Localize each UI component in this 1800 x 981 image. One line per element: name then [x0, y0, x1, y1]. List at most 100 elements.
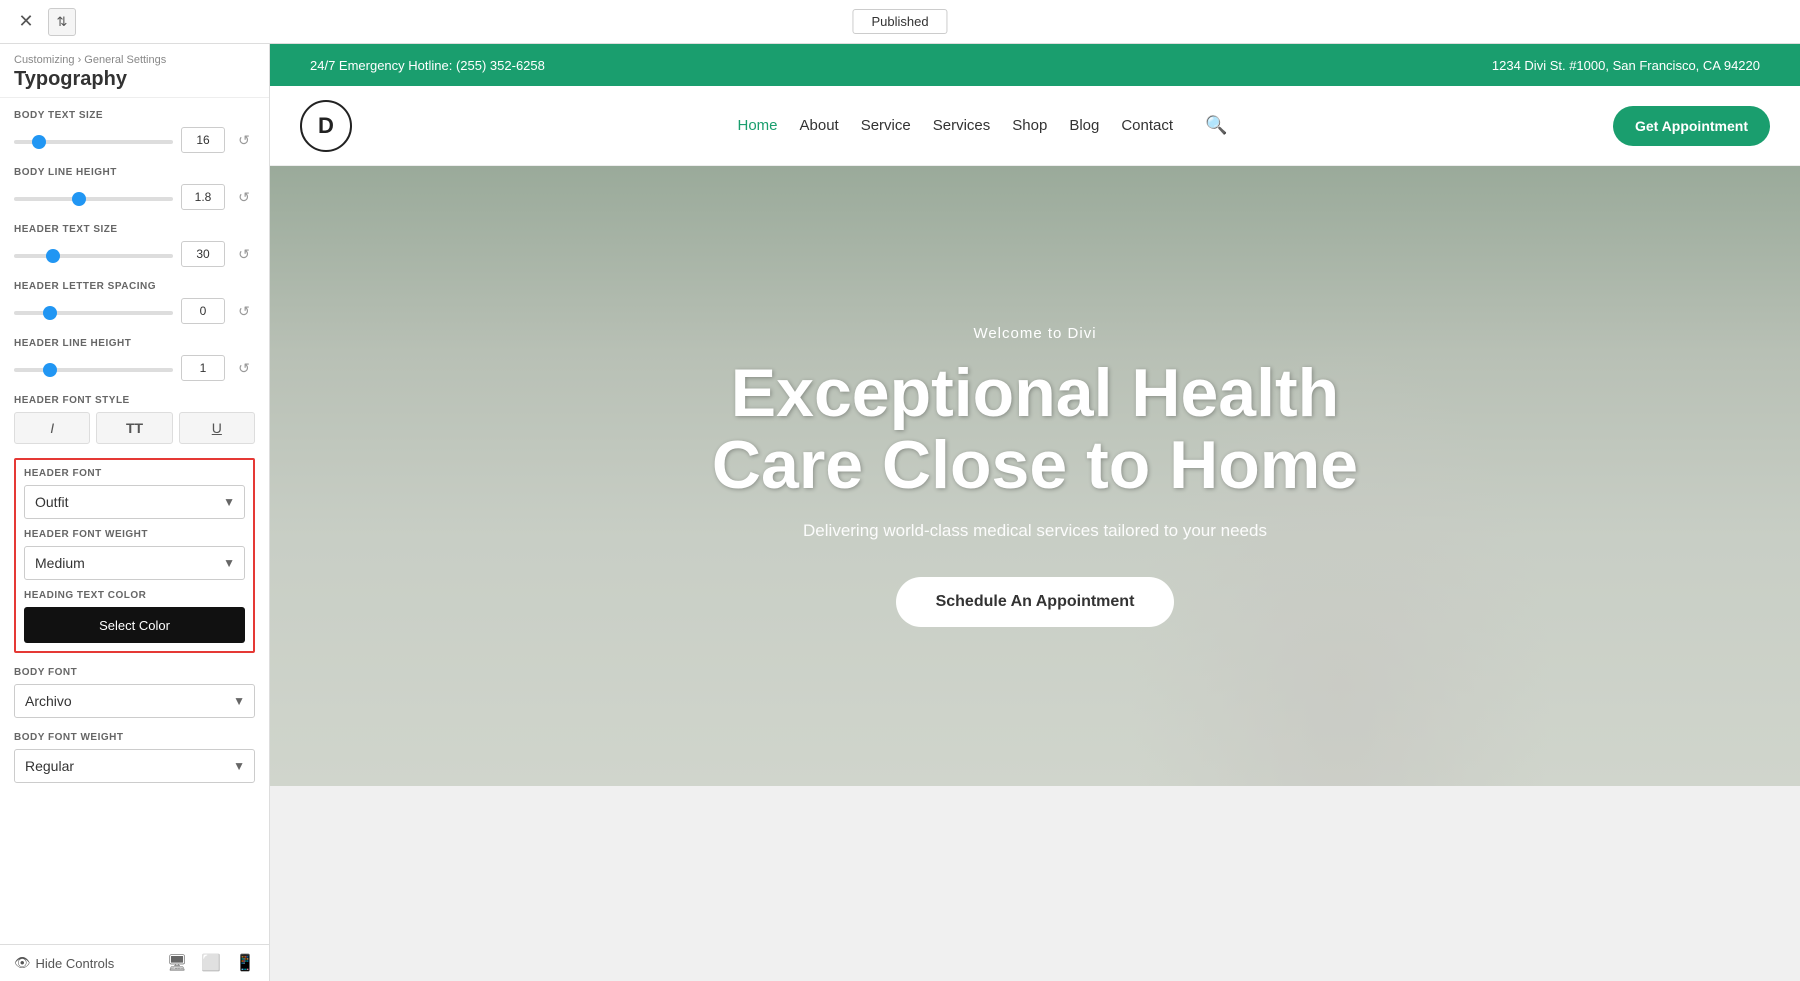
body-text-size-slider-row: 16 ↺ [14, 127, 255, 153]
close-button[interactable]: ✕ [12, 8, 40, 36]
header-letter-spacing-slider-wrap [14, 302, 173, 320]
body-line-height-slider-row: 1.8 ↺ [14, 184, 255, 210]
eye-icon: 👁 [14, 955, 31, 971]
hero-title: Exceptional Health Care Close to Home [712, 358, 1358, 501]
body-text-size-reset[interactable]: ↺ [233, 129, 255, 151]
preview-area: 24/7 Emergency Hotline: (255) 352-6258 1… [270, 44, 1800, 981]
hero-title-line2: Care Close to Home [712, 427, 1358, 503]
body-line-height-slider-wrap [14, 188, 173, 206]
preview-hero: Welcome to Divi Exceptional Health Care … [270, 166, 1800, 786]
body-text-size-label: BODY TEXT SIZE [14, 110, 255, 121]
swap-button[interactable]: ⇅ [48, 8, 76, 36]
hero-subtitle: Delivering world-class medical services … [712, 521, 1358, 541]
nav-link-blog[interactable]: Blog [1069, 117, 1099, 134]
header-line-height-slider[interactable] [14, 368, 173, 372]
left-panel: Customizing › General Settings Typograph… [0, 44, 270, 981]
body-text-size-slider-wrap [14, 131, 173, 149]
header-font-weight-select[interactable]: Medium [24, 546, 245, 580]
header-line-height-reset[interactable]: ↺ [233, 357, 255, 379]
highlighted-section: HEADER FONT Outfit ▼ HEADER FONT WEIGHT … [14, 458, 255, 653]
panel-body: BODY TEXT SIZE 16 ↺ BODY LINE HEIGHT 1.8 [0, 98, 269, 944]
header-line-height-slider-wrap [14, 359, 173, 377]
font-style-row: I TT U [14, 412, 255, 444]
header-text-size-value: 30 [181, 241, 225, 267]
panel-header: Customizing › General Settings Typograph… [0, 44, 269, 98]
body-line-height-row: BODY LINE HEIGHT 1.8 ↺ [14, 167, 255, 210]
body-font-row: BODY FONT Archivo ▼ [14, 667, 255, 718]
preview-nav: D Home About Service Services Shop Blog … [270, 86, 1800, 166]
get-appointment-button[interactable]: Get Appointment [1613, 106, 1770, 146]
header-line-height-slider-row: 1 ↺ [14, 355, 255, 381]
nav-link-contact[interactable]: Contact [1121, 117, 1173, 134]
header-letter-spacing-slider-row: 0 ↺ [14, 298, 255, 324]
panel-title: Typography [14, 68, 255, 91]
body-text-size-slider[interactable] [14, 140, 173, 144]
select-color-button[interactable]: Select Color [24, 607, 245, 643]
nav-link-about[interactable]: About [800, 117, 839, 134]
header-font-row: HEADER FONT Outfit ▼ [24, 468, 245, 519]
body-line-height-value: 1.8 [181, 184, 225, 210]
body-line-height-slider[interactable] [14, 197, 173, 201]
header-letter-spacing-reset[interactable]: ↺ [233, 300, 255, 322]
body-line-height-reset[interactable]: ↺ [233, 186, 255, 208]
desktop-icon[interactable]: 🖥 [167, 953, 187, 973]
nav-links: Home About Service Services Shop Blog Co… [737, 115, 1227, 136]
header-letter-spacing-label: HEADER LETTER SPACING [14, 281, 255, 292]
header-letter-spacing-value: 0 [181, 298, 225, 324]
hero-title-line1: Exceptional Health [731, 355, 1339, 431]
header-font-select[interactable]: Outfit [24, 485, 245, 519]
italic-button[interactable]: I [14, 412, 90, 444]
body-line-height-label: BODY LINE HEIGHT [14, 167, 255, 178]
nav-link-shop[interactable]: Shop [1012, 117, 1047, 134]
body-font-weight-dropdown-wrap: Regular ▼ [14, 749, 255, 783]
nav-link-services[interactable]: Services [933, 117, 991, 134]
body-font-dropdown-wrap: Archivo ▼ [14, 684, 255, 718]
header-line-height-row: HEADER LINE HEIGHT 1 ↺ [14, 338, 255, 381]
hide-controls-button[interactable]: 👁 Hide Controls [14, 955, 114, 971]
preview-topbar: 24/7 Emergency Hotline: (255) 352-6258 1… [270, 44, 1800, 86]
underline-button[interactable]: U [179, 412, 255, 444]
header-text-size-slider-row: 30 ↺ [14, 241, 255, 267]
nav-logo: D [300, 100, 352, 152]
topbar-left-text: 24/7 Emergency Hotline: (255) 352-6258 [310, 58, 545, 73]
header-font-style-row: HEADER FONT STYLE I TT U [14, 395, 255, 444]
header-text-size-row: HEADER TEXT SIZE 30 ↺ [14, 224, 255, 267]
nav-link-service[interactable]: Service [861, 117, 911, 134]
header-font-weight-label: HEADER FONT WEIGHT [24, 529, 245, 540]
bold-button[interactable]: TT [96, 412, 172, 444]
header-font-label: HEADER FONT [24, 468, 245, 479]
heading-text-color-label: HEADING TEXT COLOR [24, 590, 245, 601]
mobile-icon[interactable]: 📱 [235, 953, 255, 973]
heading-text-color-row: HEADING TEXT COLOR Select Color [24, 590, 245, 643]
body-font-select[interactable]: Archivo [14, 684, 255, 718]
header-line-height-value: 1 [181, 355, 225, 381]
header-font-style-label: HEADER FONT STYLE [14, 395, 255, 406]
header-text-size-slider-wrap [14, 245, 173, 263]
body-font-weight-row: BODY FONT WEIGHT Regular ▼ [14, 732, 255, 783]
body-font-label: BODY FONT [14, 667, 255, 678]
header-text-size-slider[interactable] [14, 254, 173, 258]
nav-link-home[interactable]: Home [737, 117, 777, 134]
body-font-weight-label: BODY FONT WEIGHT [14, 732, 255, 743]
tablet-icon[interactable]: ⬜ [201, 953, 221, 973]
main-layout: Customizing › General Settings Typograph… [0, 44, 1800, 981]
top-bar: ✕ ⇅ Published [0, 0, 1800, 44]
hero-content: Welcome to Divi Exceptional Health Care … [692, 305, 1378, 647]
schedule-appointment-button[interactable]: Schedule An Appointment [896, 577, 1175, 627]
hero-welcome: Welcome to Divi [712, 325, 1358, 342]
header-letter-spacing-slider[interactable] [14, 311, 173, 315]
header-letter-spacing-row: HEADER LETTER SPACING 0 ↺ [14, 281, 255, 324]
body-text-size-row: BODY TEXT SIZE 16 ↺ [14, 110, 255, 153]
breadcrumb: Customizing › General Settings [14, 54, 255, 66]
header-text-size-reset[interactable]: ↺ [233, 243, 255, 265]
topbar-right-text: 1234 Divi St. #1000, San Francisco, CA 9… [1492, 58, 1760, 73]
header-font-weight-row: HEADER FONT WEIGHT Medium ▼ [24, 529, 245, 580]
top-bar-left: ✕ ⇅ [0, 8, 88, 36]
hide-controls-label: Hide Controls [36, 956, 115, 971]
body-font-weight-select[interactable]: Regular [14, 749, 255, 783]
panel-bottom: 👁 Hide Controls 🖥 ⬜ 📱 [0, 944, 269, 981]
search-icon[interactable]: 🔍 [1205, 115, 1227, 136]
header-font-weight-dropdown-wrap: Medium ▼ [24, 546, 245, 580]
header-line-height-label: HEADER LINE HEIGHT [14, 338, 255, 349]
published-button[interactable]: Published [852, 9, 947, 34]
